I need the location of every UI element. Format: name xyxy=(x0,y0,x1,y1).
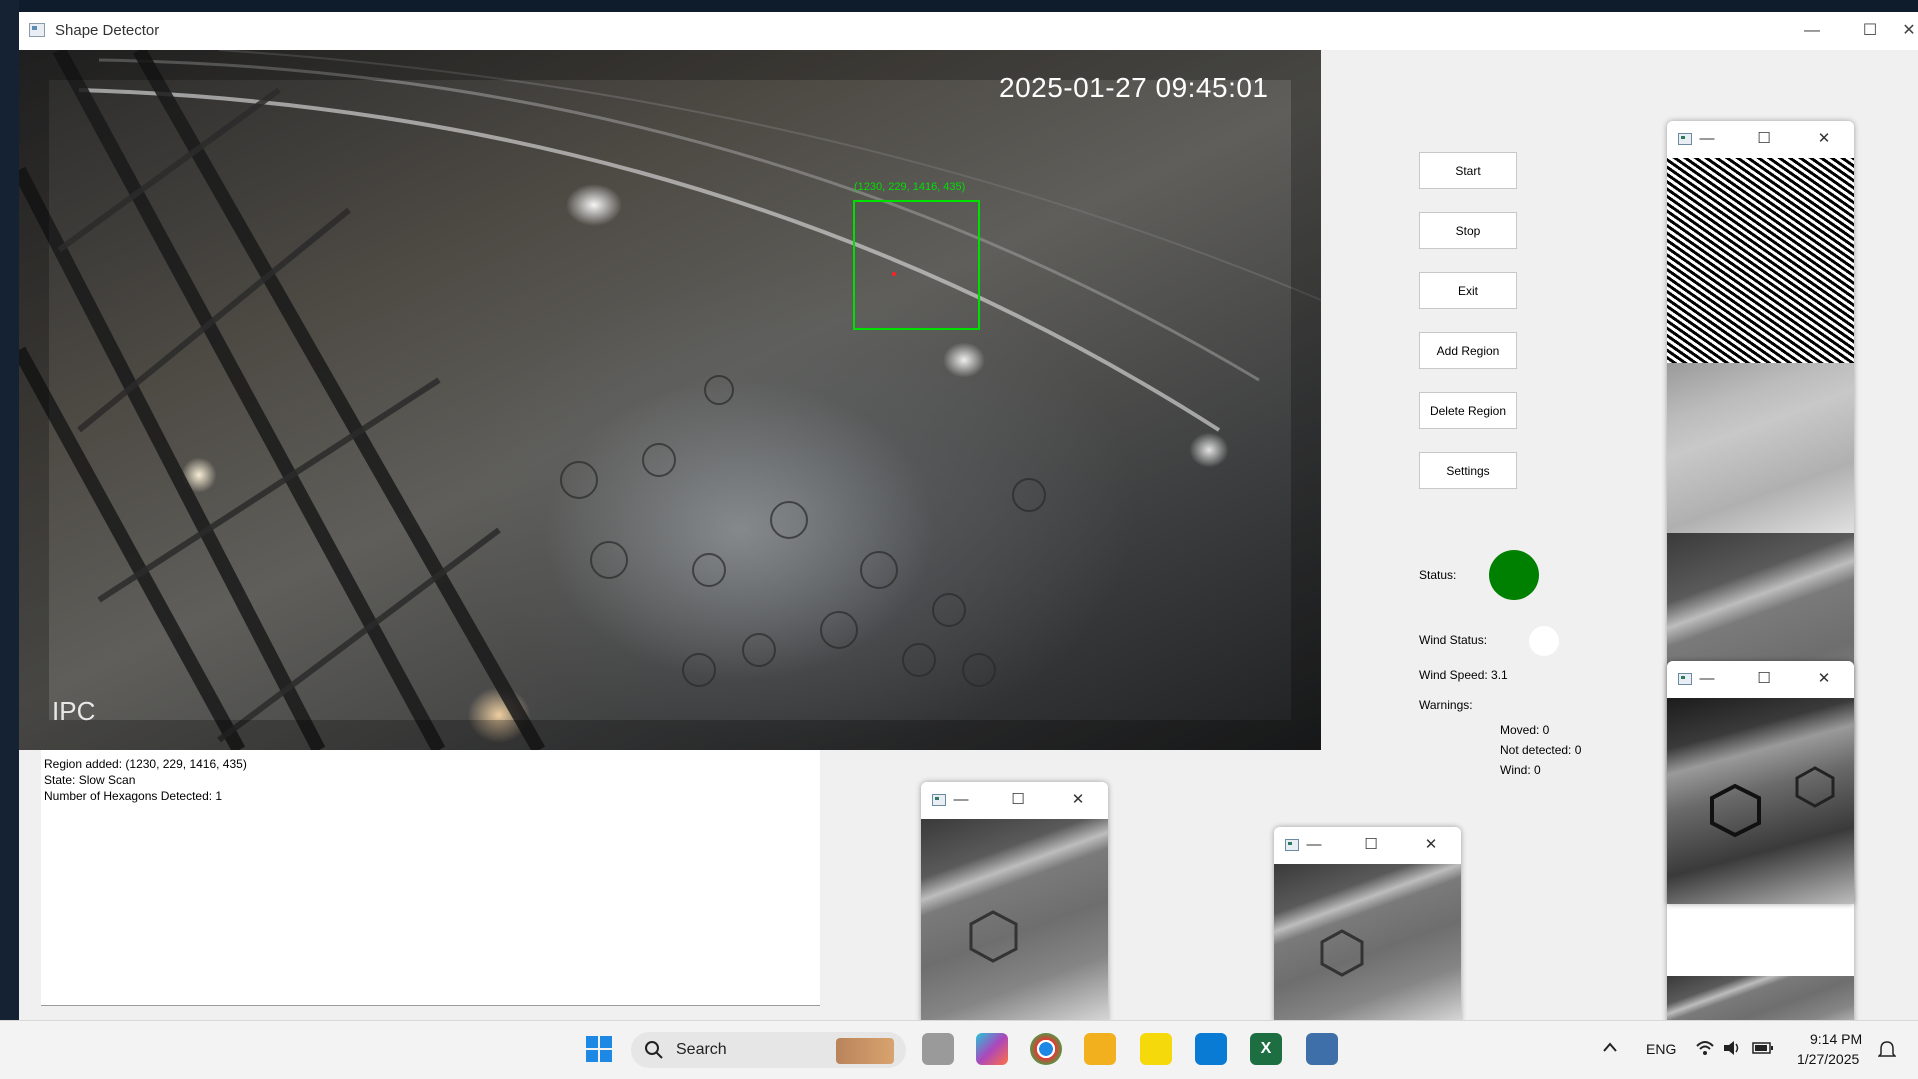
preview-maximize-button[interactable]: ☐ xyxy=(1006,788,1030,812)
region-coordinates-label: (1230, 229, 1416, 435) xyxy=(854,181,966,193)
title-bar[interactable]: Shape Detector — ☐ ✕ xyxy=(19,12,1918,50)
search-label: Search xyxy=(676,1041,727,1058)
taskbar: Search X ENG 9:14 PM 1/27/2025 xyxy=(0,1020,1918,1079)
status-label: Status: xyxy=(1419,568,1457,582)
preview-app-icon xyxy=(1678,133,1692,145)
hexagon-shape xyxy=(969,910,1018,963)
preview-minimize-button[interactable]: — xyxy=(1695,127,1719,151)
copilot-icon[interactable] xyxy=(976,1033,1008,1065)
warning-not-detected: Not detected: 0 xyxy=(1500,743,1582,757)
vscode-icon[interactable] xyxy=(1195,1033,1227,1065)
start-button[interactable]: Start xyxy=(1419,152,1517,189)
preview-title-bar[interactable]: — ☐ ✕ xyxy=(1274,827,1461,863)
preview-window-bottom-left: — ☐ ✕ xyxy=(921,782,1108,1022)
taskbar-search[interactable]: Search xyxy=(631,1032,906,1068)
exit-button[interactable]: Exit xyxy=(1419,272,1517,309)
detection-center-dot xyxy=(892,272,896,276)
task-view-icon[interactable] xyxy=(922,1033,954,1065)
camera-timestamp: 2025-01-27 09:45:01 xyxy=(999,72,1269,103)
app-icon xyxy=(29,23,45,37)
window-title: Shape Detector xyxy=(55,22,160,39)
grayscale-preview-image xyxy=(921,819,1108,1022)
warnings-label: Warnings: xyxy=(1419,698,1473,712)
camera-feed[interactable]: 2025-01-27 09:45:01 IPC (1230, 229, 1416… xyxy=(19,50,1321,750)
preview-app-icon xyxy=(932,794,946,806)
detection-region-box[interactable] xyxy=(853,200,980,330)
excel-icon[interactable]: X xyxy=(1250,1033,1282,1065)
preview-maximize-button[interactable]: ☐ xyxy=(1752,127,1776,151)
wifi-icon[interactable] xyxy=(1695,1039,1715,1057)
preview-close-button[interactable]: ✕ xyxy=(1419,833,1443,857)
warning-moved: Moved: 0 xyxy=(1500,723,1550,737)
preview-title-bar[interactable]: — ☐ ✕ xyxy=(921,782,1108,818)
preview-window-enhanced: — ☐ ✕ xyxy=(1667,661,1854,904)
volume-icon[interactable] xyxy=(1722,1039,1742,1057)
preview-app-icon xyxy=(1285,839,1299,851)
preview-close-button[interactable]: ✕ xyxy=(1812,667,1836,691)
clock-date[interactable]: 1/27/2025 xyxy=(1797,1051,1859,1067)
show-hidden-icons-chevron-up-icon[interactable] xyxy=(1602,1041,1618,1053)
search-icon xyxy=(645,1041,663,1059)
preview-maximize-button[interactable]: ☐ xyxy=(1359,833,1383,857)
close-button[interactable]: ✕ xyxy=(1886,16,1918,46)
preview-minimize-button[interactable]: — xyxy=(1302,833,1326,857)
grayscale-preview-image xyxy=(1667,363,1854,533)
wind-speed-label: Wind Speed: 3.1 xyxy=(1419,668,1508,682)
log-line: State: Slow Scan xyxy=(44,773,136,787)
chrome-icon[interactable] xyxy=(1030,1033,1062,1065)
preview-close-button[interactable]: ✕ xyxy=(1812,127,1836,151)
desktop-background-top xyxy=(0,0,1918,12)
settings-button[interactable]: Settings xyxy=(1419,452,1517,489)
minimize-button[interactable]: — xyxy=(1789,16,1835,46)
enhanced-preview-image xyxy=(1667,698,1854,904)
stop-button[interactable]: Stop xyxy=(1419,212,1517,249)
wind-status-indicator xyxy=(1529,626,1559,656)
log-line: Region added: (1230, 229, 1416, 435) xyxy=(44,757,247,771)
binary-threshold-image xyxy=(1667,158,1854,363)
desktop-background-left xyxy=(0,0,19,1020)
preview-app-icon xyxy=(1678,673,1692,685)
windows-start-icon[interactable] xyxy=(583,1033,615,1065)
file-explorer-icon[interactable] xyxy=(1084,1033,1116,1065)
camera-scene xyxy=(19,50,1321,750)
log-panel[interactable]: Region added: (1230, 229, 1416, 435) Sta… xyxy=(41,750,820,1006)
hexagon-shape xyxy=(1710,766,1835,838)
media-player-icon[interactable] xyxy=(1140,1033,1172,1065)
battery-icon[interactable] xyxy=(1752,1040,1774,1056)
clock-time[interactable]: 9:14 PM xyxy=(1810,1031,1862,1047)
language-indicator[interactable]: ENG xyxy=(1646,1041,1676,1057)
delete-region-button[interactable]: Delete Region xyxy=(1419,392,1517,429)
status-indicator xyxy=(1489,550,1539,600)
preview-close-button[interactable]: ✕ xyxy=(1066,788,1090,812)
python-app-icon[interactable] xyxy=(1306,1033,1338,1065)
preview-minimize-button[interactable]: — xyxy=(1695,667,1719,691)
preview-title-bar[interactable]: — ☐ ✕ xyxy=(1667,121,1854,157)
windows-logo-icon xyxy=(586,1036,612,1062)
wind-status-label: Wind Status: xyxy=(1419,633,1488,647)
preview-minimize-button[interactable]: — xyxy=(949,788,973,812)
notification-bell-icon[interactable] xyxy=(1878,1040,1896,1060)
hexagon-shape xyxy=(1320,929,1364,977)
warning-wind: Wind: 0 xyxy=(1500,763,1541,777)
preview-title-bar[interactable]: — ☐ ✕ xyxy=(1667,661,1854,697)
preview-window-bottom-right: — ☐ ✕ xyxy=(1274,827,1461,1022)
preview-maximize-button[interactable]: ☐ xyxy=(1752,667,1776,691)
grayscale-preview-image xyxy=(1274,864,1461,1022)
search-highlight-icon xyxy=(836,1038,894,1064)
log-line: Number of Hexagons Detected: 1 xyxy=(44,789,223,803)
camera-watermark: IPC xyxy=(52,696,96,726)
add-region-button[interactable]: Add Region xyxy=(1419,332,1517,369)
